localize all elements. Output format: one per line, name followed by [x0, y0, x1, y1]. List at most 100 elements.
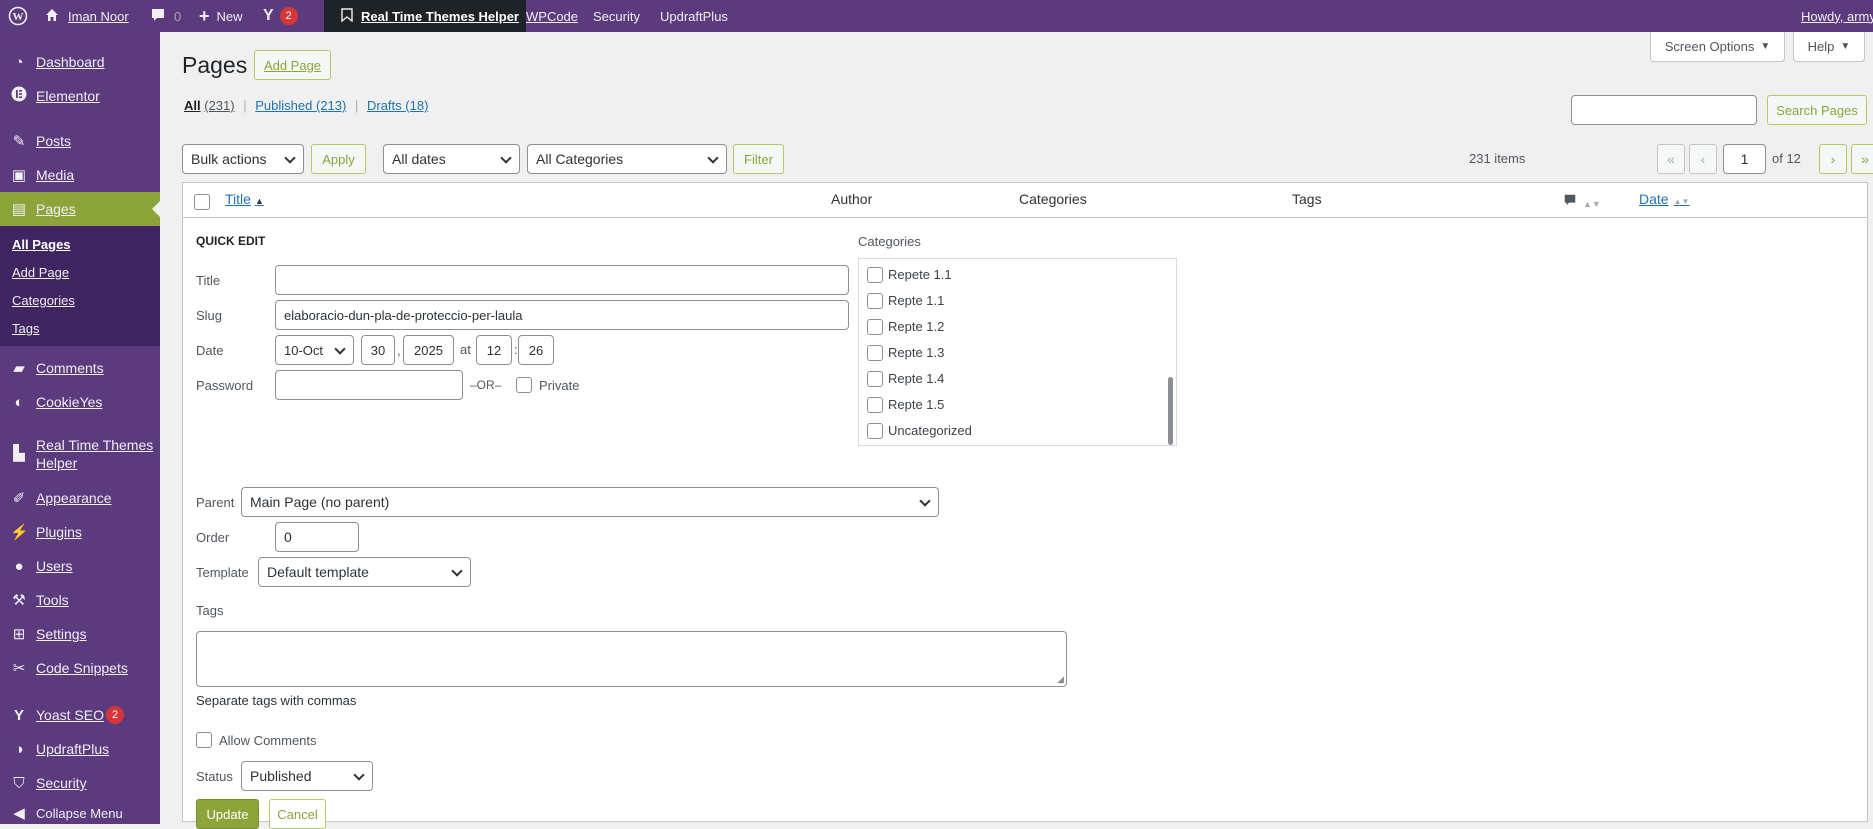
category-item[interactable]: Repte 1.5	[867, 396, 944, 413]
sidebar-item-pages[interactable]: ▤ Pages	[0, 192, 160, 226]
column-title-header[interactable]: Title ▲	[225, 191, 264, 207]
sidebar-item-users[interactable]: ● Users	[0, 551, 160, 581]
filter-drafts-link[interactable]: Drafts (18)	[367, 98, 428, 113]
private-label: Private	[539, 378, 580, 393]
column-date-header[interactable]: Date ▲▼	[1639, 191, 1689, 207]
sidebar-item-settings[interactable]: ⊞ Settings	[0, 619, 160, 649]
helper-link-label: Real Time Themes Helper	[361, 8, 519, 24]
category-item[interactable]: Repte 1.3	[867, 344, 944, 361]
password-input[interactable]	[275, 370, 463, 400]
previous-page-button[interactable]: ‹	[1689, 144, 1717, 174]
add-page-button[interactable]: Add Page	[254, 50, 331, 80]
categories-label: Categories	[858, 234, 921, 249]
column-author-header: Author	[831, 191, 873, 207]
admin-sidebar: ◔ Dashboard Elementor ✎ Posts ▣ Media ▤ Page…	[0, 32, 160, 824]
sidebar-item-yoast-seo[interactable]: Y Yoast SEO 2	[0, 700, 160, 730]
sidebar-item-comments[interactable]: ▰ Comments	[0, 353, 160, 383]
dates-filter-select[interactable]: All dates	[383, 144, 520, 174]
current-page-input[interactable]: 1	[1723, 144, 1766, 174]
status-select[interactable]: Published	[241, 761, 373, 791]
sidebar-item-real-time-themes-helper[interactable]: ▙ Real Time Themes Helper	[0, 436, 160, 480]
cancel-button[interactable]: Cancel	[269, 799, 326, 829]
minute-input[interactable]: 26	[518, 335, 554, 365]
title-input[interactable]	[275, 265, 849, 295]
update-button[interactable]: Update	[196, 799, 259, 829]
first-page-button[interactable]: «	[1657, 144, 1685, 174]
comments-link[interactable]: 0	[150, 0, 181, 32]
last-page-button[interactable]: »	[1851, 144, 1873, 174]
allow-comments-checkbox[interactable]	[196, 732, 212, 748]
sidebar-item-security[interactable]: ⛉ Security	[0, 768, 160, 798]
chevron-down-icon	[353, 769, 365, 781]
category-item[interactable]: Repete 1.1	[867, 266, 952, 283]
screen-options-button[interactable]: Screen Options ▼	[1650, 32, 1785, 62]
sidebar-item-appearance[interactable]: ✐ Appearance	[0, 483, 160, 513]
sidebar-item-code-snippets[interactable]: ✂ Code Snippets	[0, 653, 160, 683]
svg-text:W: W	[13, 11, 24, 23]
hour-input[interactable]: 12	[476, 335, 512, 365]
category-item[interactable]: Repte 1.4	[867, 370, 944, 387]
filter-published-link[interactable]: Published (213)	[255, 98, 346, 113]
category-item[interactable]: Repte 1.1	[867, 292, 944, 309]
sidebar-item-dashboard[interactable]: ◔ Dashboard	[0, 47, 160, 77]
collapse-menu-button[interactable]: ◀ Collapse Menu	[0, 802, 160, 824]
parent-label: Parent	[196, 495, 235, 510]
parent-select[interactable]: Main Page (no parent)	[241, 487, 939, 517]
or-separator: –OR–	[470, 378, 502, 392]
filter-all-link[interactable]: All (231)	[184, 98, 235, 113]
categories-scrollbar[interactable]	[1168, 377, 1173, 445]
filter-button[interactable]: Filter	[733, 144, 784, 174]
pages-icon: ▤	[11, 201, 27, 218]
submenu-add-page[interactable]: Add Page	[12, 265, 69, 280]
private-checkbox[interactable]	[516, 377, 532, 393]
search-input[interactable]	[1571, 95, 1757, 125]
tags-hint: Separate tags with commas	[196, 693, 357, 708]
wordpress-logo-icon[interactable]: W	[8, 0, 28, 32]
new-content-link[interactable]: + New	[199, 0, 243, 32]
quick-edit-heading: QUICK EDIT	[196, 234, 266, 248]
yoast-link[interactable]: Y 2	[263, 0, 298, 32]
next-page-button[interactable]: ›	[1819, 144, 1847, 174]
categories-filter-select[interactable]: All Categories	[527, 144, 727, 174]
column-categories-header: Categories	[1019, 191, 1087, 207]
select-all-checkbox[interactable]	[194, 194, 210, 210]
howdy-account-link[interactable]: Howdy, army	[1801, 0, 1873, 32]
cookie-icon: ◐	[14, 393, 24, 411]
tags-label: Tags	[196, 603, 224, 618]
apply-button[interactable]: Apply	[311, 144, 366, 174]
date-comma: ,	[397, 343, 401, 358]
template-select[interactable]: Default template	[258, 557, 471, 587]
month-select[interactable]: 10-Oct	[275, 335, 354, 365]
search-pages-button[interactable]: Search Pages	[1767, 95, 1867, 125]
status-label: Status	[196, 769, 233, 784]
day-input[interactable]: 30	[361, 335, 395, 365]
submenu-categories[interactable]: Categories	[12, 293, 75, 308]
sidebar-item-elementor[interactable]: Elementor	[0, 81, 160, 111]
order-input[interactable]: 0	[275, 522, 359, 552]
help-button[interactable]: Help ▼	[1793, 32, 1865, 62]
wpcode-link[interactable]: WPCode	[526, 0, 578, 32]
comments-count: 0	[174, 8, 182, 24]
sidebar-item-updraftplus[interactable]: ◑ UpdraftPlus	[0, 734, 160, 764]
sidebar-item-posts[interactable]: ✎ Posts	[0, 126, 160, 156]
bulk-actions-select[interactable]: Bulk actions	[182, 144, 304, 174]
sidebar-item-media[interactable]: ▣ Media	[0, 160, 160, 190]
sidebar-item-plugins[interactable]: ⚡ Plugins	[0, 517, 160, 547]
submenu-tags[interactable]: Tags	[12, 321, 39, 336]
helper-icon	[341, 7, 353, 25]
categories-checklist: Repete 1.1 Repte 1.1 Repte 1.2 Repte 1.3…	[858, 258, 1177, 446]
slug-input[interactable]: elaboracio-dun-pla-de-proteccio-per-laul…	[275, 300, 849, 330]
category-item[interactable]: Uncategorized	[867, 422, 972, 439]
updraftplus-link[interactable]: UpdraftPlus	[660, 0, 728, 32]
real-time-themes-helper-link[interactable]: Real Time Themes Helper	[324, 0, 526, 32]
category-item[interactable]: Repte 1.2	[867, 318, 944, 335]
column-comments-header[interactable]: ▲▼	[1563, 193, 1601, 210]
sidebar-item-cookieyes[interactable]: ◐ CookieYes	[0, 387, 160, 417]
security-link[interactable]: Security	[593, 0, 640, 32]
submenu-all-pages[interactable]: All Pages	[12, 237, 71, 252]
tags-textarea[interactable]: ◢	[196, 631, 1067, 687]
year-input[interactable]: 2025	[403, 335, 454, 365]
sidebar-item-tools[interactable]: ⚒ Tools	[0, 585, 160, 615]
pages-submenu: All Pages Add Page Categories Tags	[0, 226, 160, 346]
site-home-link[interactable]: Iman Noor	[44, 0, 129, 32]
